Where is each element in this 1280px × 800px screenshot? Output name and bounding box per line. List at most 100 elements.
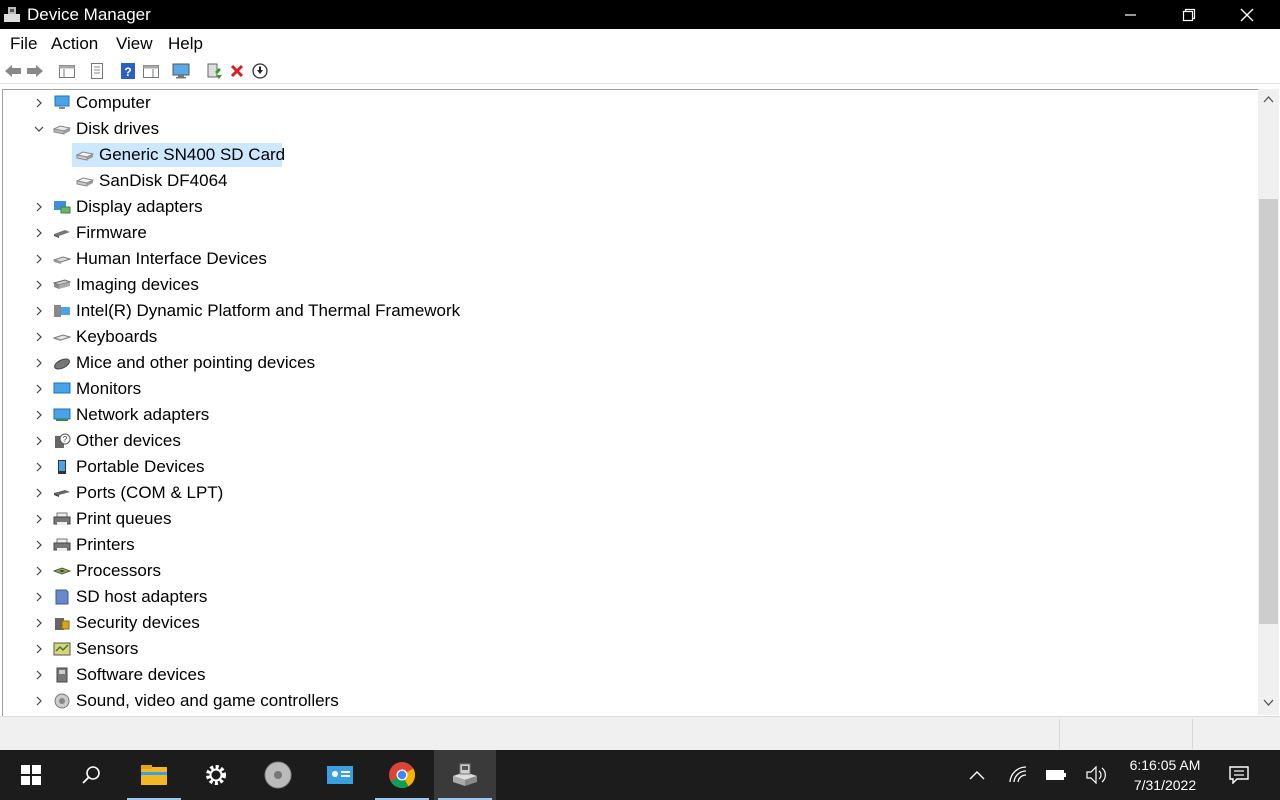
chevron-right-icon[interactable]	[33, 643, 45, 655]
chevron-right-icon[interactable]	[33, 487, 45, 499]
chevron-right-icon[interactable]	[33, 565, 45, 577]
scroll-up-arrow-icon[interactable]	[1263, 95, 1274, 103]
minimize-icon	[1125, 13, 1136, 16]
unknown-device-icon: ?	[55, 433, 71, 448]
status-divider	[1192, 719, 1193, 749]
chevron-right-icon[interactable]	[33, 461, 45, 473]
forward-arrow-icon	[27, 65, 43, 77]
action-center-button[interactable]	[1222, 750, 1256, 800]
volume-tray-button[interactable]	[1079, 750, 1113, 800]
back-button[interactable]	[3, 61, 23, 81]
device-manager-taskbar-button[interactable]	[434, 750, 496, 800]
monitor-icon	[53, 382, 71, 394]
contacts-taskbar-button[interactable]	[309, 750, 371, 800]
console-tree-icon	[59, 65, 75, 78]
chevron-right-icon[interactable]	[33, 357, 45, 369]
action-pane-icon	[143, 65, 159, 78]
chevron-right-icon[interactable]	[33, 513, 45, 525]
tree-label: Human Interface Devices	[76, 249, 267, 268]
network-adapter-icon	[53, 408, 71, 421]
show-hide-tree-button[interactable]	[57, 61, 77, 81]
search-icon	[82, 766, 100, 784]
title-bar: Device Manager	[0, 0, 1280, 29]
tree-label: Printers	[76, 535, 135, 554]
contact-card-icon	[327, 766, 353, 784]
chevron-right-icon[interactable]	[33, 669, 45, 681]
device-manager-app-icon	[4, 7, 20, 22]
restore-button[interactable]	[1160, 0, 1218, 29]
battery-icon	[1046, 770, 1066, 780]
mouse-icon	[54, 358, 70, 370]
vertical-scrollbar[interactable]	[1258, 89, 1279, 715]
battery-tray-button[interactable]	[1039, 750, 1073, 800]
chevron-right-icon[interactable]	[33, 539, 45, 551]
search-button[interactable]	[60, 750, 122, 800]
network-tray-button[interactable]	[1001, 750, 1035, 800]
back-arrow-icon	[5, 65, 21, 77]
tree-label: SD host adapters	[76, 587, 208, 606]
chevron-right-icon[interactable]	[33, 201, 45, 213]
tree-label: Monitors	[76, 379, 142, 398]
disk-drive-icon	[53, 125, 71, 135]
chevron-up-icon	[969, 771, 985, 780]
chevron-right-icon[interactable]	[33, 383, 45, 395]
chevron-right-icon[interactable]	[33, 591, 45, 603]
tree-label: Ports (COM & LPT)	[76, 483, 224, 502]
chevron-right-icon[interactable]	[33, 253, 45, 265]
svg-text:?: ?	[63, 435, 68, 444]
menu-action[interactable]: Action	[51, 34, 98, 54]
display-adapter-icon	[54, 201, 71, 214]
taskbar: 6:16:05 AM 7/31/2022	[0, 750, 1280, 800]
chevron-right-icon[interactable]	[33, 279, 45, 291]
restore-icon	[1182, 8, 1196, 21]
tree-label: Other devices	[76, 431, 181, 450]
scroll-down-arrow-icon[interactable]	[1263, 699, 1274, 707]
tree-label: Disk drives	[76, 119, 160, 138]
update-driver-button[interactable]	[204, 61, 224, 81]
menu-help[interactable]: Help	[168, 34, 203, 54]
chevron-right-icon[interactable]	[33, 695, 45, 707]
menu-view[interactable]: View	[116, 34, 153, 54]
media-player-taskbar-button[interactable]	[247, 750, 309, 800]
tree-label: Processors	[76, 561, 162, 580]
chevron-down-icon[interactable]	[33, 123, 45, 135]
start-button[interactable]	[0, 750, 62, 800]
svg-text:?: ?	[124, 65, 131, 79]
close-button[interactable]	[1218, 0, 1276, 29]
chevron-right-icon[interactable]	[33, 305, 45, 317]
minimize-button[interactable]	[1102, 0, 1160, 29]
scrollbar-thumb[interactable]	[1259, 199, 1278, 624]
speaker-volume-icon	[1086, 766, 1106, 784]
chevron-right-icon[interactable]	[33, 331, 45, 343]
tree-label: SanDisk DF4064	[99, 171, 228, 190]
scan-hardware-button[interactable]	[172, 61, 192, 81]
help-button[interactable]: ?	[118, 61, 138, 81]
hid-icon	[53, 256, 71, 264]
chevron-right-icon[interactable]	[33, 617, 45, 629]
disable-device-button[interactable]	[250, 61, 270, 81]
properties-button[interactable]	[87, 61, 107, 81]
update-driver-icon	[207, 63, 222, 79]
clock-date: 7/31/2022	[1133, 777, 1197, 793]
chevron-right-icon[interactable]	[33, 409, 45, 421]
file-explorer-icon	[141, 765, 167, 785]
taskbar-clock[interactable]: 6:16:05 AM 7/31/2022	[1118, 755, 1212, 795]
printer-icon	[53, 538, 71, 551]
chevron-right-icon[interactable]	[33, 227, 45, 239]
uninstall-button[interactable]	[227, 61, 247, 81]
chrome-taskbar-button[interactable]	[371, 750, 433, 800]
tree-label: Display adapters	[76, 197, 203, 216]
settings-taskbar-button[interactable]	[185, 750, 247, 800]
file-explorer-taskbar-button[interactable]	[123, 750, 185, 800]
chevron-right-icon[interactable]	[33, 97, 45, 109]
gear-icon	[206, 765, 226, 785]
tree-label: Keyboards	[76, 327, 158, 346]
chevron-right-icon[interactable]	[33, 435, 45, 447]
tree-label: Print queues	[76, 509, 172, 528]
action-pane-button[interactable]	[141, 61, 161, 81]
status-bar	[0, 716, 1280, 751]
disk-drive-icon	[76, 177, 94, 187]
menu-file[interactable]: File	[10, 34, 37, 54]
forward-button[interactable]	[25, 61, 45, 81]
show-hidden-icons-button[interactable]	[960, 750, 994, 800]
